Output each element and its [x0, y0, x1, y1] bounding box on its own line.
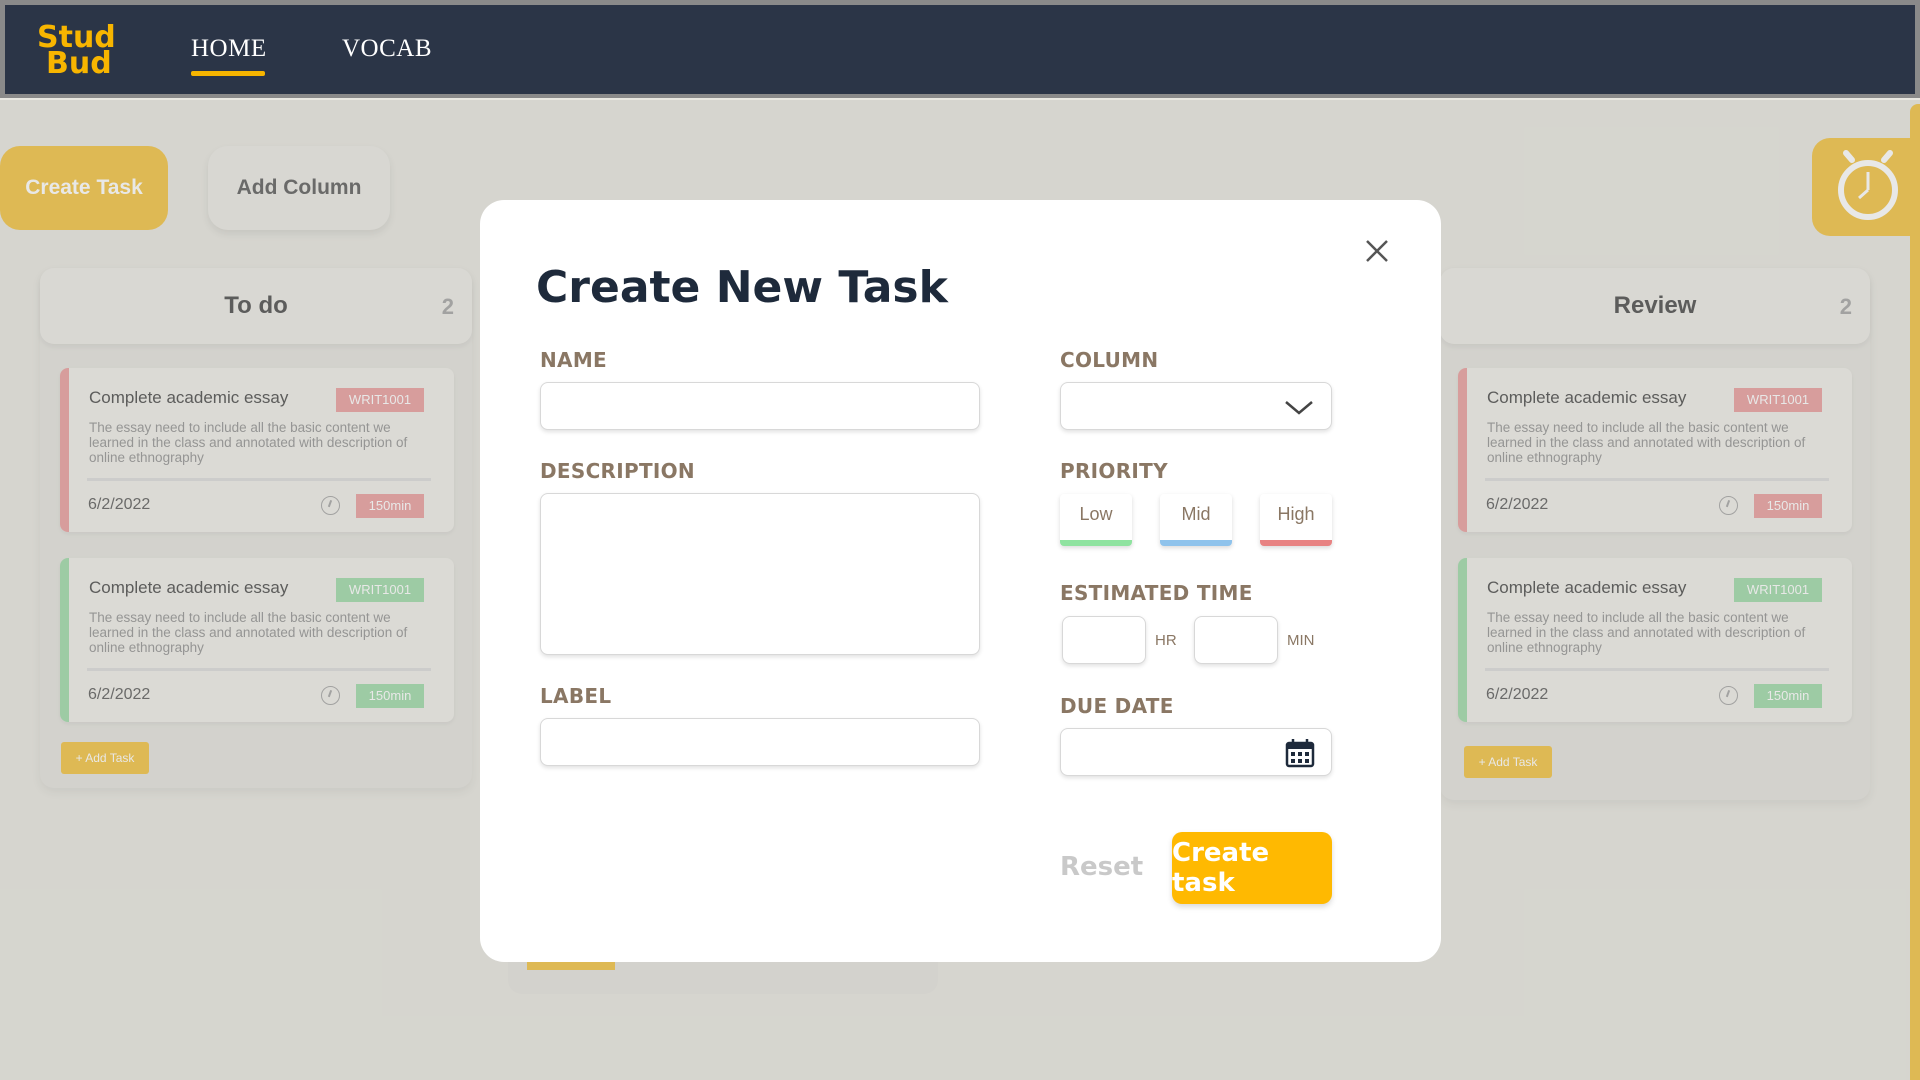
priority-low-button[interactable]: Low: [1060, 494, 1132, 546]
due-date-label: DUE DATE: [1060, 694, 1174, 718]
reset-button[interactable]: Reset: [1060, 852, 1143, 882]
logo-line-2: Bud: [46, 46, 112, 81]
estimated-time-label: ESTIMATED TIME: [1060, 581, 1253, 605]
modal-title: Create New Task: [536, 262, 948, 313]
nav-home-link[interactable]: HOME: [191, 35, 267, 63]
nav-active-indicator: [191, 71, 265, 76]
close-icon[interactable]: [1362, 236, 1392, 266]
description-label: DESCRIPTION: [540, 459, 695, 483]
priority-mid-button[interactable]: Mid: [1160, 494, 1232, 546]
min-unit-label: MIN: [1287, 632, 1315, 649]
calendar-icon[interactable]: [1285, 738, 1315, 768]
chevron-down-icon[interactable]: [1284, 398, 1314, 416]
nav-vocab-link[interactable]: VOCAB: [342, 35, 432, 63]
label-input[interactable]: [540, 718, 980, 766]
create-task-submit-button[interactable]: Create task: [1172, 832, 1332, 904]
top-navbar: Stud Bud HOME VOCAB: [0, 0, 1920, 98]
hr-unit-label: HR: [1155, 632, 1177, 649]
minutes-input[interactable]: [1194, 616, 1278, 664]
column-label: COLUMN: [1060, 348, 1159, 372]
label-label: LABEL: [540, 684, 612, 708]
description-input[interactable]: [540, 493, 980, 655]
studbud-logo[interactable]: Stud Bud: [37, 23, 116, 81]
name-input[interactable]: [540, 382, 980, 430]
hours-input[interactable]: [1062, 616, 1146, 664]
priority-high-button[interactable]: High: [1260, 494, 1332, 546]
priority-label: PRIORITY: [1060, 459, 1168, 483]
name-label: NAME: [540, 348, 607, 372]
